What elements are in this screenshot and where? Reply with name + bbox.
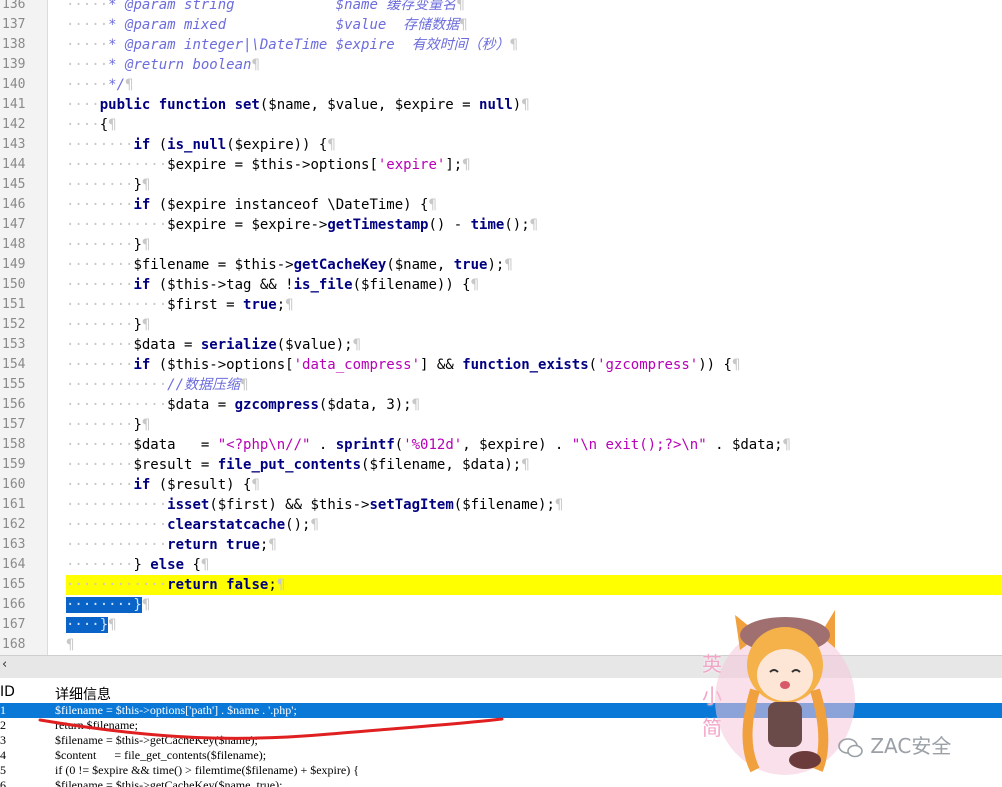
- watermark: ZAC安全: [838, 730, 951, 759]
- wechat-icon: [838, 737, 863, 757]
- red-underline-stroke: [38, 717, 504, 740]
- watermark-text: ZAC安全: [870, 734, 952, 758]
